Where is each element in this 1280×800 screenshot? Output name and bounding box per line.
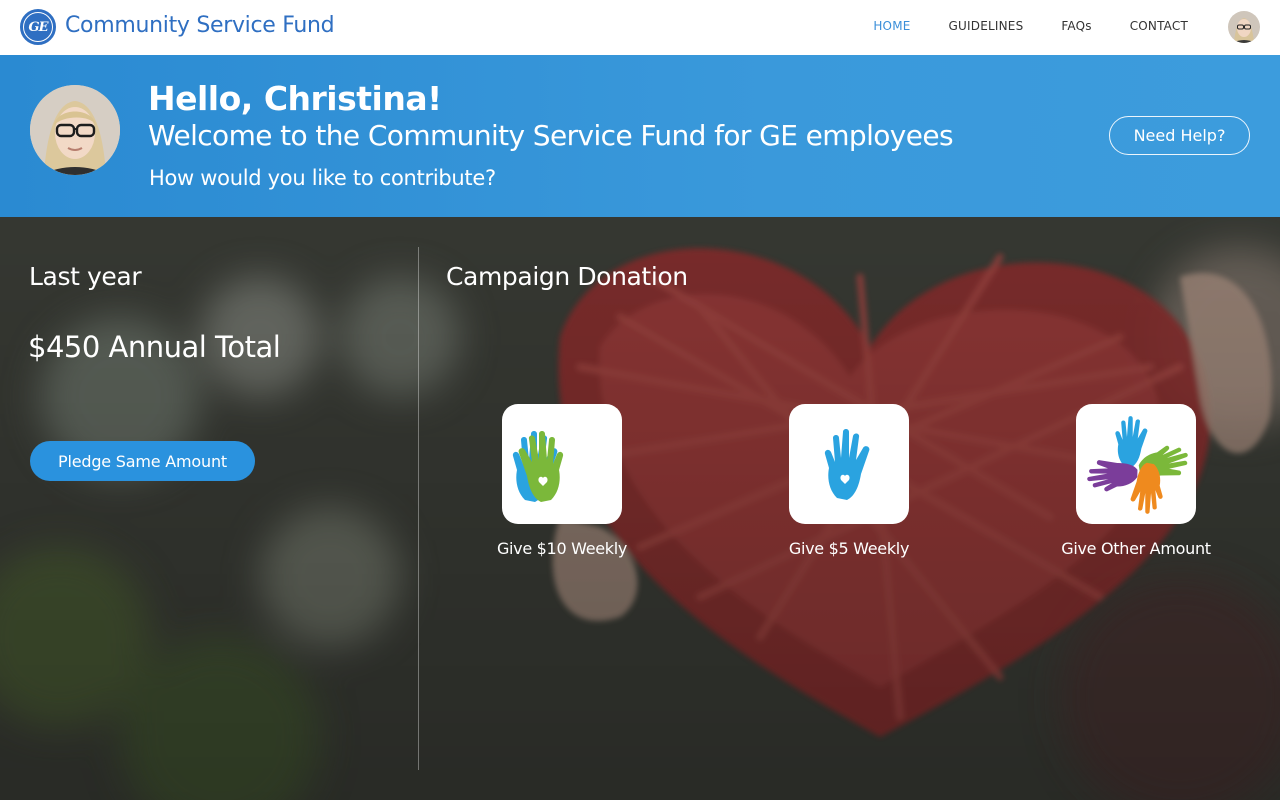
annual-total: $450 Annual Total — [28, 330, 281, 364]
nav-guidelines[interactable]: GUIDELINES — [949, 19, 1024, 33]
option-label: Give $5 Weekly — [788, 539, 910, 558]
option-label: Give $10 Weekly — [496, 539, 628, 558]
give-other-amount-option[interactable]: Give Other Amount — [1056, 404, 1216, 558]
give-10-weekly-option[interactable]: Give $10 Weekly — [482, 404, 642, 558]
contribute-question: How would you like to contribute? — [149, 166, 496, 190]
ge-logo-icon[interactable]: GE — [20, 9, 56, 45]
user-avatar[interactable] — [1228, 11, 1260, 43]
option-tile[interactable] — [789, 404, 909, 524]
nav-faqs[interactable]: FAQs — [1061, 19, 1091, 33]
need-help-button[interactable]: Need Help? — [1109, 116, 1250, 155]
four-hands-icon — [1087, 416, 1188, 514]
logo-text: GE — [23, 12, 53, 42]
option-label: Give Other Amount — [1061, 539, 1211, 558]
main-nav: HOME GUIDELINES FAQs CONTACT — [835, 19, 1188, 33]
section-divider — [418, 247, 419, 770]
greeting-heading: Hello, Christina! — [148, 79, 442, 118]
profile-avatar — [30, 85, 120, 175]
two-hands-icon — [512, 431, 564, 502]
welcome-banner: Hello, Christina! Welcome to the Communi… — [0, 55, 1280, 217]
top-navbar: GE Community Service Fund HOME GUIDELINE… — [0, 0, 1280, 55]
welcome-text: Welcome to the Community Service Fund fo… — [148, 119, 954, 152]
campaign-heading: Campaign Donation — [446, 262, 688, 291]
nav-contact[interactable]: CONTACT — [1130, 19, 1188, 33]
pledge-same-amount-button[interactable]: Pledge Same Amount — [30, 441, 255, 481]
option-tile[interactable] — [502, 404, 622, 524]
give-5-weekly-option[interactable]: Give $5 Weekly — [769, 404, 929, 558]
option-tile[interactable] — [1076, 404, 1196, 524]
nav-home[interactable]: HOME — [873, 19, 910, 33]
one-hand-icon — [824, 429, 870, 500]
last-year-heading: Last year — [29, 262, 142, 291]
brand-title[interactable]: Community Service Fund — [65, 13, 335, 38]
